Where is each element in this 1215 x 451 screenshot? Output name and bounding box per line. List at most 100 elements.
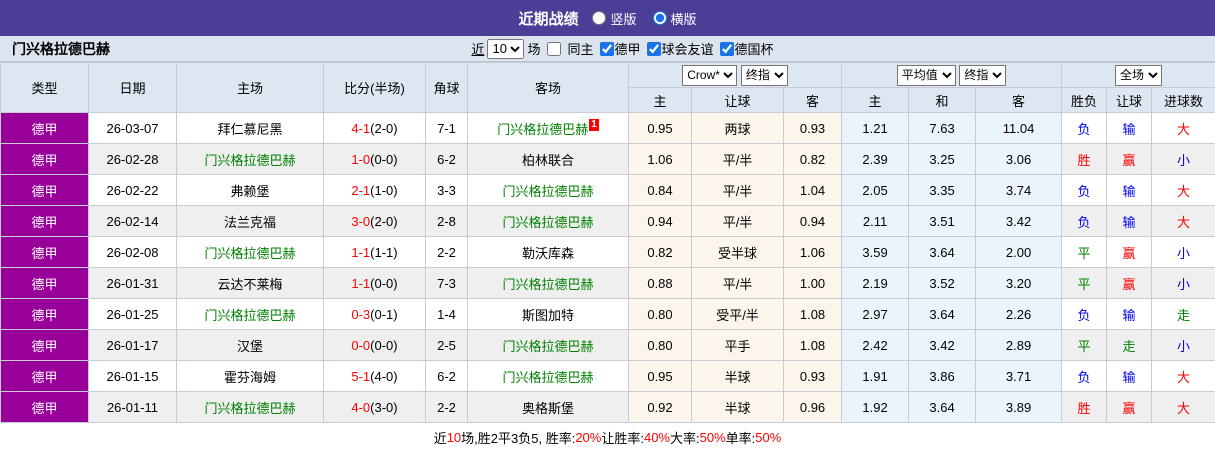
col-header-date: 日期: [89, 63, 177, 113]
europe-source-select[interactable]: 平均值: [897, 65, 956, 86]
result-handicap: 赢: [1107, 392, 1152, 423]
away-team-name[interactable]: 门兴格拉德巴赫: [502, 370, 593, 385]
away-team-cell: 门兴格拉德巴赫: [468, 330, 629, 361]
home-team-name[interactable]: 门兴格拉德巴赫: [204, 246, 295, 261]
result-goals: 大: [1152, 392, 1215, 423]
fulltime-score: 1-0: [351, 152, 370, 167]
result-wdl: 负: [1062, 299, 1107, 330]
table-row: 德甲26-01-17汉堡0-0(0-0)2-5门兴格拉德巴赫0.80平手1.08…: [1, 330, 1215, 361]
handicap-away-odds: 1.08: [784, 330, 842, 361]
europe-draw-odds: 3.52: [909, 268, 976, 299]
away-team-cell: 勒沃库森: [468, 237, 629, 268]
result-wdl: 胜: [1062, 392, 1107, 423]
home-team-name[interactable]: 云达不莱梅: [217, 277, 282, 292]
league-badge: 德甲: [1, 268, 89, 299]
fulltime-score: 5-1: [351, 369, 370, 384]
match-date: 26-02-22: [89, 175, 177, 206]
away-team-name[interactable]: 斯图加特: [522, 308, 574, 323]
handicap-home-odds: 0.88: [629, 268, 692, 299]
fulltime-score: 0-3: [351, 307, 370, 322]
near-link[interactable]: 近: [471, 39, 484, 58]
table-row: 德甲26-03-07拜仁慕尼黑4-1(2-0)7-1门兴格拉德巴赫10.95两球…: [1, 113, 1215, 144]
europe-draw-odds: 3.25: [909, 144, 976, 175]
league-badge: 德甲: [1, 361, 89, 392]
halftime-score: (4-0): [370, 369, 397, 384]
home-team-name[interactable]: 弗赖堡: [230, 184, 269, 199]
home-team-name[interactable]: 门兴格拉德巴赫: [204, 153, 295, 168]
europe-home-odds: 2.42: [842, 330, 909, 361]
filter-checkbox-group: 同主德甲球会友谊德国杯: [543, 39, 773, 58]
europe-away-odds: 11.04: [976, 113, 1062, 144]
filter-checkbox-input-0[interactable]: [547, 42, 561, 56]
summary-segment-4: 让胜率:: [601, 428, 644, 447]
halftime-score: (1-1): [370, 245, 397, 260]
handicap-home-odds: 0.82: [629, 237, 692, 268]
europe-home-odds: 2.97: [842, 299, 909, 330]
filter-checkbox-input-1[interactable]: [600, 42, 614, 56]
filter-checkbox-input-3[interactable]: [720, 42, 734, 56]
handicap-home-odds: 0.80: [629, 330, 692, 361]
europe-away-odds: 3.06: [976, 144, 1062, 175]
home-team-cell: 云达不莱梅: [177, 268, 324, 299]
away-team-name[interactable]: 门兴格拉德巴赫: [497, 122, 588, 137]
away-team-name[interactable]: 奥格斯堡: [522, 401, 574, 416]
summary-segment-6: 大率:: [670, 428, 700, 447]
europe-away-odds: 3.42: [976, 206, 1062, 237]
result-scope-select[interactable]: 全场: [1115, 65, 1162, 86]
away-team-name[interactable]: 门兴格拉德巴赫: [502, 215, 593, 230]
home-team-name[interactable]: 门兴格拉德巴赫: [204, 401, 295, 416]
corner-score: 3-3: [426, 175, 468, 206]
europe-home-odds: 1.91: [842, 361, 909, 392]
handicap-line: 平/半: [692, 206, 784, 237]
away-team-name[interactable]: 门兴格拉德巴赫: [502, 184, 593, 199]
handicap-source-select[interactable]: Crow*: [682, 65, 737, 86]
col-header-away: 客场: [468, 63, 629, 113]
home-team-cell: 门兴格拉德巴赫: [177, 392, 324, 423]
filter-bar: 门兴格拉德巴赫 近 10 场 同主德甲球会友谊德国杯: [0, 36, 1215, 62]
layout-radio-input-1[interactable]: [653, 11, 667, 25]
handicap-away-odds: 1.04: [784, 175, 842, 206]
topbar: 近期战绩 竖版横版: [0, 0, 1215, 36]
result-handicap: 走: [1107, 330, 1152, 361]
away-team-name[interactable]: 勒沃库森: [522, 246, 574, 261]
europe-draw-odds: 3.64: [909, 392, 976, 423]
halftime-score: (0-0): [370, 338, 397, 353]
corner-score: 2-5: [426, 330, 468, 361]
match-count-select[interactable]: 10: [487, 39, 524, 59]
subheader-europe-home: 主: [842, 88, 909, 113]
subheader-europe-away: 客: [976, 88, 1062, 113]
result-goals: 大: [1152, 113, 1215, 144]
europe-stage-select[interactable]: 终指: [959, 65, 1006, 86]
away-team-name[interactable]: 门兴格拉德巴赫: [502, 339, 593, 354]
europe-home-odds: 2.39: [842, 144, 909, 175]
away-team-cell: 门兴格拉德巴赫: [468, 361, 629, 392]
handicap-stage-select[interactable]: 终指: [741, 65, 788, 86]
league-badge: 德甲: [1, 299, 89, 330]
result-handicap: 赢: [1107, 144, 1152, 175]
europe-draw-odds: 3.42: [909, 330, 976, 361]
subheader-handicap-home: 主: [629, 88, 692, 113]
header-row-selects: 类型 日期 主场 比分(半场) 角球 客场 Crow* 终指 平均值 终指 全场: [1, 63, 1215, 88]
fulltime-score: 1-1: [351, 276, 370, 291]
europe-away-odds: 3.20: [976, 268, 1062, 299]
away-team-name[interactable]: 柏林联合: [522, 153, 574, 168]
layout-radio-input-0[interactable]: [592, 11, 606, 25]
summary-segment-9: 50%: [755, 430, 781, 445]
away-team-name[interactable]: 门兴格拉德巴赫: [502, 277, 593, 292]
rank-badge: 1: [589, 119, 599, 131]
home-team-name[interactable]: 霍芬海姆: [224, 370, 276, 385]
league-badge: 德甲: [1, 144, 89, 175]
filter-checkbox-input-2[interactable]: [647, 42, 661, 56]
europe-draw-odds: 3.35: [909, 175, 976, 206]
halftime-score: (0-1): [370, 307, 397, 322]
match-date: 26-02-14: [89, 206, 177, 237]
home-team-name[interactable]: 门兴格拉德巴赫: [204, 308, 295, 323]
score-cell: 1-0(0-0): [324, 144, 426, 175]
home-team-name[interactable]: 法兰克福: [224, 215, 276, 230]
home-team-name[interactable]: 汉堡: [237, 339, 263, 354]
match-date: 26-03-07: [89, 113, 177, 144]
score-cell: 3-0(2-0): [324, 206, 426, 237]
home-team-name[interactable]: 拜仁慕尼黑: [217, 122, 282, 137]
result-goals: 小: [1152, 237, 1215, 268]
col-header-home: 主场: [177, 63, 324, 113]
